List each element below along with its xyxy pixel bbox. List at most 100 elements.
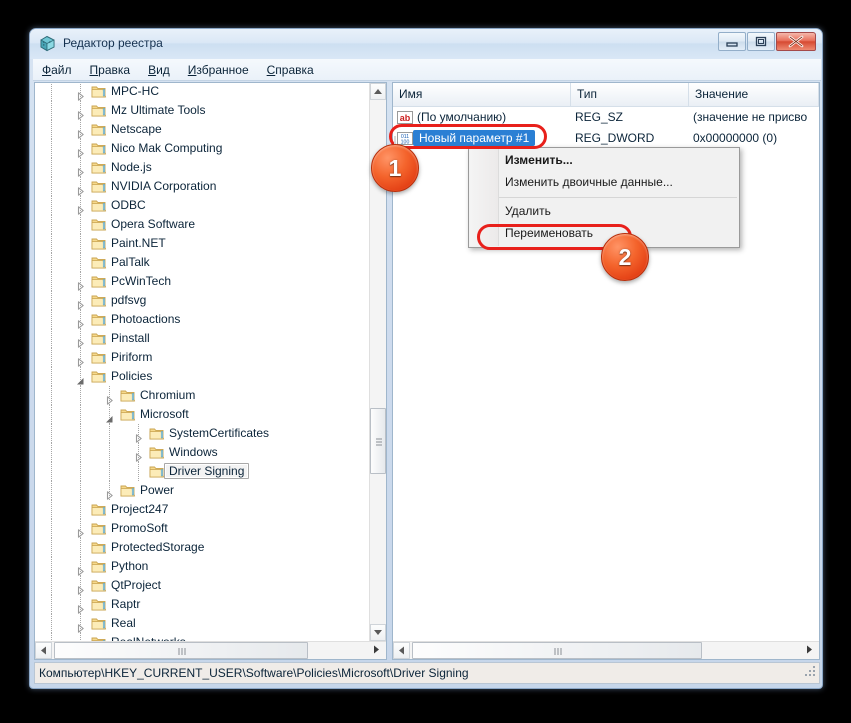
values-scroll-right-button[interactable] [802, 642, 819, 659]
tree-item-nico-mak-computing[interactable]: Nico Mak Computing [35, 139, 370, 158]
folder-icon [91, 293, 107, 308]
tree-item-label: Netscape [111, 122, 162, 136]
tree-horizontal-scrollbar[interactable] [35, 641, 386, 659]
tree-expand-arrow-icon[interactable] [76, 582, 85, 595]
resize-grip-icon[interactable] [804, 665, 817, 681]
column-name[interactable]: Имя [393, 83, 571, 106]
tree-item-node-js[interactable]: Node.js [35, 158, 370, 177]
tree-scroll-up-button[interactable] [370, 83, 386, 100]
tree-item-policies[interactable]: Policies [35, 367, 370, 386]
maximize-button[interactable] [747, 32, 775, 51]
tree-indent-guide [80, 234, 81, 253]
tree-expand-arrow-icon[interactable] [76, 164, 85, 177]
title-bar[interactable]: Редактор реестра [30, 29, 822, 59]
tree-expand-arrow-icon[interactable] [76, 126, 85, 139]
context-menu-rename[interactable]: Переименовать [469, 223, 739, 245]
tree-item-pcwintech[interactable]: PcWinTech [35, 272, 370, 291]
tree-expand-arrow-icon[interactable] [76, 183, 85, 196]
context-menu-separator [499, 197, 737, 198]
context-menu-modify-binary[interactable]: Изменить двоичные данные... [469, 172, 739, 194]
tree-collapse-arrow-icon[interactable] [105, 411, 114, 423]
menu-view[interactable]: Вид [139, 59, 179, 81]
tree-item-promosoft[interactable]: PromoSoft [35, 519, 370, 538]
tree-item-qtproject[interactable]: QtProject [35, 576, 370, 595]
tree-expand-arrow-icon[interactable] [76, 316, 85, 329]
tree-expand-arrow-icon[interactable] [134, 430, 143, 443]
minimize-button[interactable] [718, 32, 746, 51]
tree-item-project247[interactable]: Project247 [35, 500, 370, 519]
tree-expand-arrow-icon[interactable] [76, 278, 85, 291]
tree-item-nvidia-corporation[interactable]: NVIDIA Corporation [35, 177, 370, 196]
tree-expand-arrow-icon[interactable] [76, 202, 85, 215]
values-row-list: ab (По умолчанию) REG_SZ (значение не присв… [393, 107, 819, 149]
tree-scroll-down-button[interactable] [370, 624, 386, 641]
tree-collapse-arrow-icon[interactable] [76, 373, 85, 385]
tree-item-odbc[interactable]: ODBC [35, 196, 370, 215]
tree-expand-arrow-icon[interactable] [76, 525, 85, 538]
tree-indent-guide [51, 83, 52, 101]
tree-item-pdfsvg[interactable]: pdfsvg [35, 291, 370, 310]
column-data[interactable]: Значение [689, 83, 819, 106]
tree-item-netscape[interactable]: Netscape [35, 120, 370, 139]
menu-favorites[interactable]: Избранное [179, 59, 258, 81]
values-scroll-left-button[interactable] [393, 642, 410, 659]
tree-expand-arrow-icon[interactable] [105, 392, 114, 405]
value-row[interactable]: 011 100 Новый параметр #1 REG_DWORD 0x000000… [393, 128, 819, 149]
tree-indent-guide [109, 462, 110, 481]
tree-scroll-left-button[interactable] [35, 642, 52, 659]
tree-item-windows[interactable]: Windows [35, 443, 370, 462]
tree-expand-arrow-icon[interactable] [76, 601, 85, 614]
tree-item-opera-software[interactable]: Opera Software [35, 215, 370, 234]
tree-item-real[interactable]: Real [35, 614, 370, 633]
value-name: (По умолчанию) [417, 110, 507, 124]
tree-expand-arrow-icon[interactable] [76, 563, 85, 576]
tree-item-mpc-hc[interactable]: MPC-HC [35, 83, 370, 101]
tree-item-label: MPC-HC [111, 84, 159, 98]
column-type[interactable]: Тип [571, 83, 689, 106]
menu-help[interactable]: Справка [258, 59, 323, 81]
tree-expand-arrow-icon[interactable] [76, 107, 85, 120]
tree-expand-arrow-icon[interactable] [76, 335, 85, 348]
tree-item-label: Photoactions [111, 312, 181, 326]
menu-accelerator: И [187, 63, 197, 77]
tree-item-power[interactable]: Power [35, 481, 370, 500]
tree-expand-arrow-icon[interactable] [76, 145, 85, 158]
tree-item-systemcertificates[interactable]: SystemCertificates [35, 424, 370, 443]
registry-tree-pane[interactable]: MPC-HC Mz Ultimate Tools Netscape Nico Mak … [34, 82, 387, 660]
tree-item-pinstall[interactable]: Pinstall [35, 329, 370, 348]
tree-horizontal-scroll-thumb[interactable] [54, 642, 308, 659]
tree-item-raptr[interactable]: Raptr [35, 595, 370, 614]
tree-item-protectedstorage[interactable]: ProtectedStorage [35, 538, 370, 557]
context-menu-delete[interactable]: Удалить [469, 201, 739, 223]
tree-item-label: Policies [111, 369, 153, 383]
tree-item-photoactions[interactable]: Photoactions [35, 310, 370, 329]
values-horizontal-scrollbar[interactable] [393, 641, 819, 659]
tree-indent-guide [51, 386, 52, 405]
tree-vertical-scrollbar[interactable] [369, 83, 386, 641]
tree-scroll-right-button[interactable] [369, 642, 386, 659]
context-menu[interactable]: Изменить... Изменить двоичные данные... Уд… [468, 147, 740, 248]
tree-item-realnetworks[interactable]: RealNetworks [35, 633, 370, 641]
tree-expand-arrow-icon[interactable] [76, 88, 85, 101]
value-row[interactable]: ab (По умолчанию) REG_SZ (значение не присв… [393, 107, 819, 128]
folder-icon [91, 521, 107, 536]
tree-item-paltalk[interactable]: PalTalk [35, 253, 370, 272]
context-menu-modify[interactable]: Изменить... [469, 150, 739, 172]
menu-edit[interactable]: Правка [81, 59, 140, 81]
menu-file[interactable]: Файл [33, 59, 81, 81]
tree-expand-arrow-icon[interactable] [76, 620, 85, 633]
tree-item-driver-signing[interactable]: Driver Signing [35, 462, 370, 481]
tree-scroll-thumb[interactable] [370, 408, 386, 474]
tree-item-chromium[interactable]: Chromium [35, 386, 370, 405]
tree-item-paint-net[interactable]: Paint.NET [35, 234, 370, 253]
tree-expand-arrow-icon[interactable] [105, 487, 114, 500]
values-horizontal-scroll-thumb[interactable] [412, 642, 702, 659]
tree-item-python[interactable]: Python [35, 557, 370, 576]
tree-expand-arrow-icon[interactable] [76, 297, 85, 310]
tree-expand-arrow-icon[interactable] [134, 449, 143, 462]
tree-expand-arrow-icon[interactable] [76, 354, 85, 367]
tree-item-microsoft[interactable]: Microsoft [35, 405, 370, 424]
close-button[interactable] [776, 32, 816, 51]
tree-item-piriform[interactable]: Piriform [35, 348, 370, 367]
tree-item-mz-ultimate-tools[interactable]: Mz Ultimate Tools [35, 101, 370, 120]
